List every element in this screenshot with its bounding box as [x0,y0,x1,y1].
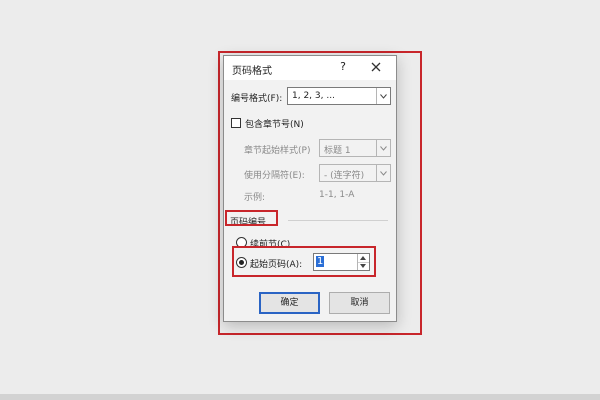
chapter-style-value: 标题 1 [324,146,351,156]
section-label-highlight-box [225,210,278,226]
page-number-format-dialog: 页码格式 ? 编号格式(F): 1, 2, 3, ... 包含章节号(N) 章节… [223,55,397,322]
screen-bottom-edge [0,394,600,400]
cancel-button[interactable]: 取消 [329,292,390,314]
number-format-label: 编号格式(F): [231,94,283,104]
include-chapter-label: 包含章节号(N) [245,120,304,130]
chapter-style-label: 章节起始样式(P) [244,146,311,156]
separator-select[interactable]: - (连字符) [319,164,391,182]
include-chapter-checkbox[interactable] [231,118,241,128]
close-icon[interactable] [368,59,384,75]
number-format-select[interactable]: 1, 2, 3, ... [287,87,391,105]
example-label: 示例: [244,193,266,203]
number-format-value: 1, 2, 3, ... [292,91,335,101]
dialog-title: 页码格式 [232,66,272,77]
separator-label: 使用分隔符(E): [244,171,305,181]
dialog-titlebar: 页码格式 ? [224,56,396,80]
ok-button[interactable]: 确定 [259,292,320,314]
example-value: 1-1, 1-A [319,190,355,200]
section-divider [288,220,388,221]
chevron-down-icon[interactable] [376,165,390,181]
separator-value: - (连字符) [324,171,365,181]
help-icon[interactable]: ? [336,60,350,76]
start-at-highlight-box [232,246,376,277]
chapter-style-select[interactable]: 标题 1 [319,139,391,157]
chevron-down-icon[interactable] [376,88,390,104]
chevron-down-icon[interactable] [376,140,390,156]
